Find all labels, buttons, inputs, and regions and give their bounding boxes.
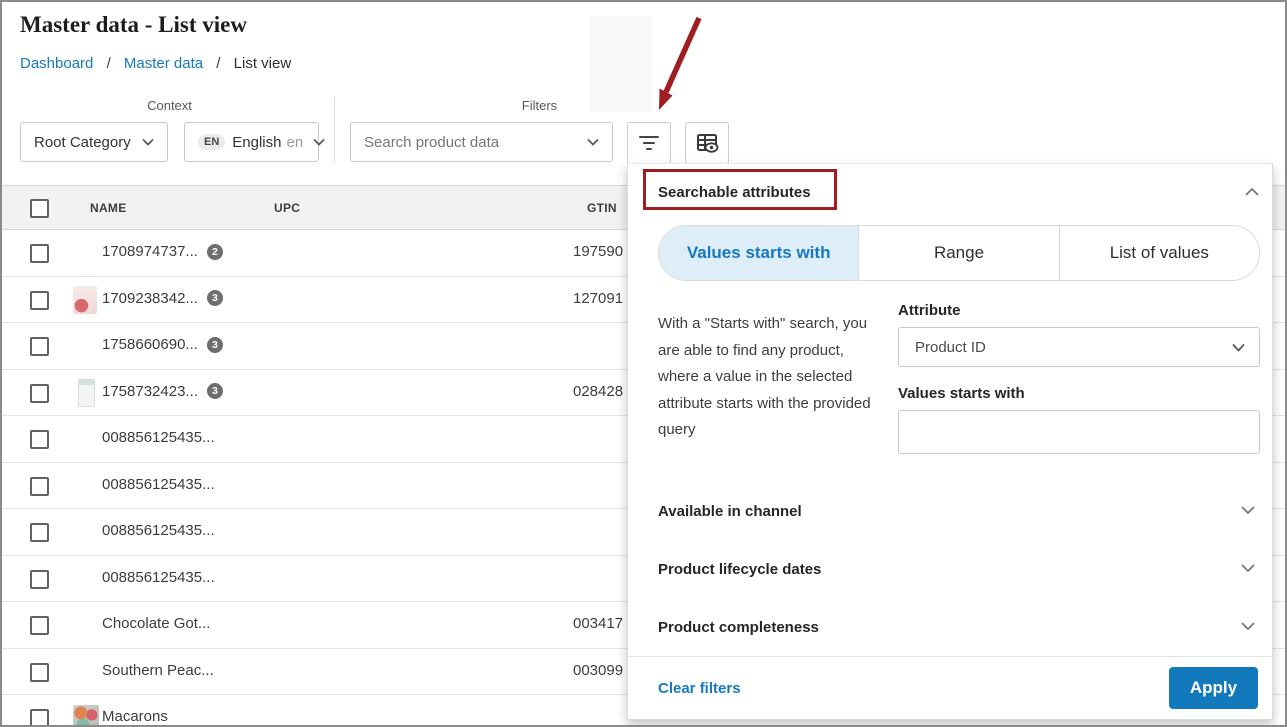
product-name: 1758660690...	[102, 336, 198, 353]
row-checkbox[interactable]	[30, 569, 49, 589]
gtin-value: 197590	[573, 243, 624, 260]
row-checkbox[interactable]	[30, 616, 49, 635]
filter-button[interactable]	[627, 122, 671, 164]
product-name: 1708974737...	[102, 243, 198, 260]
chevron-down-icon	[1240, 618, 1256, 636]
language-dropdown-value: English	[232, 133, 282, 151]
row-checkbox[interactable]	[30, 476, 49, 496]
page-title: Master data - List view	[20, 12, 247, 37]
section-label: Available in channel	[658, 502, 802, 520]
values-starts-with-input[interactable]	[898, 410, 1260, 454]
panel-sections: Available in channel Product lifecycle d…	[658, 482, 1256, 656]
row-checkbox[interactable]	[30, 430, 49, 449]
section-label: Product completeness	[658, 618, 819, 636]
gtin-value: 127091	[573, 289, 624, 307]
breadcrumb-separator: /	[106, 55, 111, 72]
category-dropdown[interactable]: Root Category	[20, 122, 168, 162]
breadcrumb: Dashboard / Master data / List view	[20, 55, 291, 72]
product-thumbnail	[78, 378, 95, 407]
collapsible-section[interactable]: Available in channel	[658, 482, 1256, 540]
variant-count-badge: 3	[206, 290, 223, 306]
clear-filters-link[interactable]: Clear filters	[658, 680, 741, 697]
language-dropdown[interactable]: EN English en	[184, 122, 325, 162]
filter-tab-label: List of values	[1109, 243, 1209, 262]
chevron-down-icon	[132, 138, 154, 146]
section-label: Product lifecycle dates	[658, 560, 822, 578]
variant-count-badge: 2	[206, 243, 223, 260]
collapsible-section[interactable]: Product lifecycle dates	[658, 540, 1256, 598]
row-checkbox[interactable]	[30, 383, 49, 403]
attribute-select[interactable]: Product ID	[898, 327, 1260, 367]
category-dropdown-value: Root Category	[34, 133, 131, 151]
chevron-down-icon	[1232, 343, 1245, 352]
column-settings-button[interactable]	[685, 122, 729, 164]
column-header-upc[interactable]: UPC	[274, 201, 300, 215]
context-label: Context	[147, 98, 192, 113]
search-product-dropdown[interactable]: Search product data	[350, 122, 613, 162]
chevron-down-icon	[1240, 560, 1256, 578]
row-checkbox[interactable]	[30, 662, 49, 682]
apply-button[interactable]: Apply	[1169, 667, 1258, 709]
variant-count-badge: 3	[206, 383, 223, 399]
breadcrumb-dashboard[interactable]: Dashboard	[20, 55, 93, 72]
chevron-up-icon[interactable]	[1244, 184, 1260, 202]
chevron-down-icon	[303, 138, 325, 146]
panel-title: Searchable attributes	[658, 184, 811, 201]
filter-tab-label: Values starts with	[686, 243, 831, 262]
chevron-down-icon	[577, 138, 599, 146]
product-name: 008856125435...	[102, 522, 215, 539]
row-checkbox[interactable]	[30, 523, 49, 542]
context-group: Context Root Category EN English en	[20, 98, 325, 162]
attribute-label: Attribute	[898, 302, 961, 319]
filter-tab-label: Range	[933, 243, 985, 262]
product-thumbnail	[73, 705, 99, 725]
filter-panel: Searchable attributes Values starts with…	[627, 163, 1273, 720]
values-starts-with-label: Values starts with	[898, 385, 1025, 402]
chevron-down-icon	[1240, 502, 1256, 520]
row-checkbox[interactable]	[30, 709, 49, 725]
row-checkbox[interactable]	[30, 290, 49, 310]
filter-lines-icon	[639, 136, 659, 150]
table-eye-icon	[694, 131, 720, 155]
filter-form: Attribute Product ID Values starts with	[898, 302, 1260, 454]
breadcrumb-master-data[interactable]: Master data	[124, 55, 203, 72]
annotation-arrow-icon	[659, 16, 702, 110]
product-name: 008856125435...	[102, 429, 215, 446]
column-header-gtin[interactable]: GTIN	[587, 201, 617, 215]
filter-tab[interactable]: List of values	[1058, 226, 1259, 280]
language-suffix: en	[286, 133, 304, 151]
variant-count-badge: 3	[206, 336, 223, 353]
app-window: Master data - List view Dashboard / Mast…	[0, 0, 1287, 727]
gtin-value: 028428	[573, 382, 624, 400]
breadcrumb-current: List view	[233, 55, 292, 72]
panel-footer: Clear filters Apply	[628, 656, 1272, 719]
attribute-select-value: Product ID	[915, 338, 986, 356]
product-name: Chocolate Got...	[102, 615, 211, 632]
product-name: 008856125435...	[102, 475, 215, 493]
product-name: Macarons	[102, 708, 168, 725]
gtin-value: 003099	[573, 661, 624, 679]
product-name: 1758732423...	[102, 382, 198, 400]
row-checkbox[interactable]	[30, 244, 49, 263]
row-checkbox[interactable]	[30, 337, 49, 356]
column-header-name[interactable]: NAME	[90, 201, 127, 215]
select-all-checkbox[interactable]	[30, 199, 49, 218]
collapsible-section[interactable]: Product completeness	[658, 598, 1256, 656]
filter-tab[interactable]: Range	[858, 226, 1059, 280]
search-placeholder: Search product data	[364, 133, 500, 151]
gtin-value: 003417	[573, 615, 624, 632]
breadcrumb-separator: /	[216, 55, 221, 72]
product-name: 1709238342...	[102, 289, 198, 307]
product-name: Southern Peac...	[102, 661, 214, 679]
product-name: 008856125435...	[102, 568, 215, 586]
filter-tabs: Values starts with Range List of values	[658, 225, 1260, 281]
toolbar-divider	[334, 97, 335, 163]
language-code-badge: EN	[198, 134, 226, 150]
product-thumbnail	[73, 285, 97, 314]
filter-tab[interactable]: Values starts with	[659, 226, 859, 280]
filter-description: With a "Starts with" search, you are abl…	[658, 315, 871, 438]
